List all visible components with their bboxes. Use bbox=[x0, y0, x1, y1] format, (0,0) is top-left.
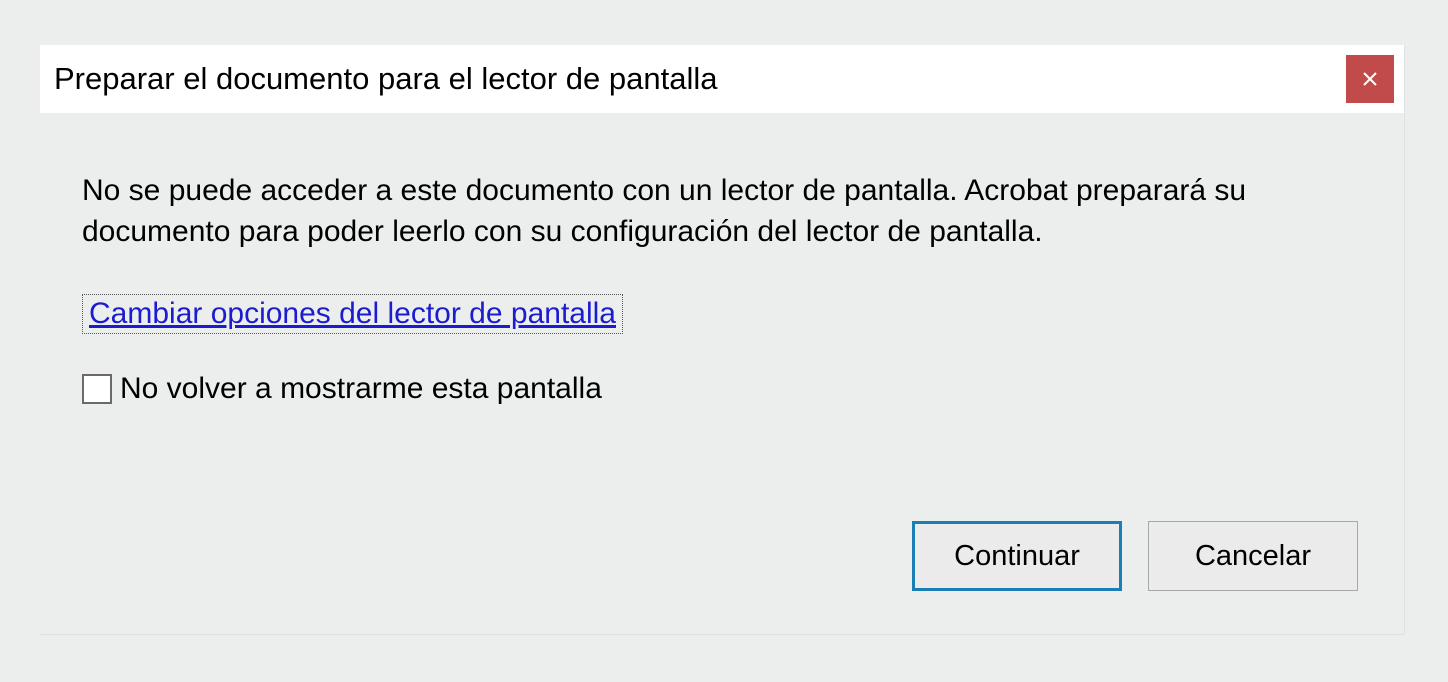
dont-show-again-row: No volver a mostrarme esta pantalla bbox=[82, 372, 1362, 406]
dialog-footer: Continuar Cancelar bbox=[912, 521, 1358, 591]
continue-button[interactable]: Continuar bbox=[912, 521, 1122, 591]
dialog-titlebar: Preparar el documento para el lector de … bbox=[40, 45, 1404, 113]
screen-reader-prepare-dialog: Preparar el documento para el lector de … bbox=[40, 45, 1405, 635]
cancel-button[interactable]: Cancelar bbox=[1148, 521, 1358, 591]
change-options-link[interactable]: Cambiar opciones del lector de pantalla bbox=[89, 297, 616, 331]
dialog-body: No se puede acceder a este documento con… bbox=[40, 113, 1404, 406]
dont-show-again-label: No volver a mostrarme esta pantalla bbox=[120, 372, 602, 406]
dont-show-again-checkbox[interactable] bbox=[82, 374, 112, 404]
dialog-title: Preparar el documento para el lector de … bbox=[54, 61, 717, 97]
close-icon bbox=[1363, 72, 1377, 86]
dialog-message: No se puede acceder a este documento con… bbox=[82, 171, 1362, 252]
close-button[interactable] bbox=[1346, 55, 1394, 103]
link-focus-outline: Cambiar opciones del lector de pantalla bbox=[82, 294, 623, 334]
